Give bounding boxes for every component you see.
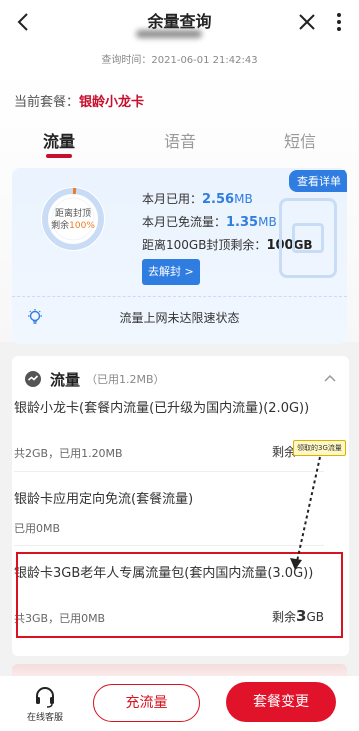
sim-chip-icon <box>292 223 324 253</box>
used-value: 2.56 <box>202 192 235 207</box>
change-plan-button[interactable]: 套餐变更 <box>226 682 336 722</box>
packages-used: （已用1.2MB） <box>86 373 165 386</box>
tab-sms[interactable]: 短信 <box>284 128 316 152</box>
card-divider <box>12 296 347 297</box>
speed-limit-status: 流量上网未达限速状态 <box>119 311 240 325</box>
cap-remaining-donut: 距离封顶 剩余100% <box>36 182 110 256</box>
headset-icon[interactable] <box>34 686 56 708</box>
data-summary-card: 查看详单 距离封顶 剩余100% 本月已用：2.56MB 本月已免流量：1.35… <box>12 168 347 344</box>
bottom-action-bar: 在线客服 充流量 套餐变更 <box>0 676 359 731</box>
masked-phone-number <box>136 30 202 38</box>
free-unit: MB <box>258 215 277 229</box>
next-card-peek <box>12 664 347 676</box>
close-icon[interactable] <box>297 12 317 32</box>
sim-card-icon <box>279 198 337 278</box>
current-plan: 当前套餐：银龄小龙卡 <box>14 91 144 110</box>
package-detail: 共2GB，已用1.20MB <box>14 447 123 460</box>
highlight-box <box>16 552 343 638</box>
current-plan-name: 银龄小龙卡 <box>79 95 145 110</box>
annotation-tag: 领取的3G流量 <box>293 440 346 456</box>
package-detail: 已用0MB <box>14 522 61 535</box>
more-options-icon[interactable] <box>327 10 351 34</box>
used-label: 本月已用： <box>142 192 203 206</box>
donut-line2: 剩余100% <box>36 220 110 232</box>
package-item: 银龄小龙卡(套餐内流量(已升级为国内流量)(2.0G)) 共2GB，已用1.20… <box>14 400 324 460</box>
data-flow-icon <box>25 371 41 387</box>
package-name: 银龄小龙卡(套餐内流量(已升级为国内流量)(2.0G)) <box>14 401 310 416</box>
unlock-button[interactable]: 去解封 > <box>142 259 200 285</box>
usage-tabs: 流量 语音 短信 <box>0 128 359 158</box>
tab-data[interactable]: 流量 <box>43 128 75 152</box>
package-divider <box>14 545 324 546</box>
free-label: 本月已免流量： <box>142 215 227 229</box>
package-divider <box>14 471 324 472</box>
customer-service-label[interactable]: 在线客服 <box>18 710 72 723</box>
free-value: 1.35 <box>226 215 259 230</box>
donut-label: 距离封顶 剩余100% <box>36 208 110 232</box>
cap-label: 距离100GB封顶剩余： <box>142 238 267 252</box>
active-tab-indicator <box>46 154 72 158</box>
donut-line2-prefix: 剩余 <box>51 221 70 231</box>
top-header: 余量查询 查询时间：2021-06-01 21:42:43 <box>0 0 359 72</box>
donut-line1: 距离封顶 <box>54 209 91 219</box>
package-name: 银龄卡应用定向免流(套餐流量) <box>14 492 194 507</box>
packages-title: 流量 <box>50 370 81 389</box>
package-item: 银龄卡应用定向免流(套餐流量) 已用0MB <box>14 491 324 535</box>
donut-percent: 100% <box>69 221 95 231</box>
current-plan-label: 当前套餐： <box>14 95 80 110</box>
tab-voice[interactable]: 语音 <box>164 128 196 152</box>
used-unit: MB <box>234 192 253 206</box>
query-time: 查询时间：2021-06-01 21:42:43 <box>101 55 258 66</box>
packages-header[interactable]: 流量 （已用1.2MB） <box>24 368 165 390</box>
chevron-up-icon[interactable] <box>323 372 337 386</box>
recharge-data-button[interactable]: 充流量 <box>93 684 200 722</box>
